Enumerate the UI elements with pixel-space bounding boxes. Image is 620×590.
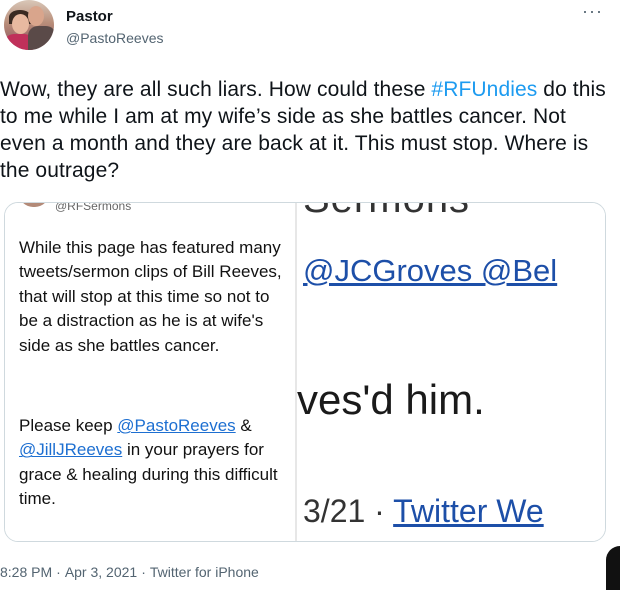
prayer-text-part: & <box>235 416 252 435</box>
tweet-metadata: 8:28 PM · Apr 3, 2021 · Twitter for iPhone <box>0 564 259 580</box>
more-options-icon[interactable]: ··· <box>582 2 603 20</box>
author-handle[interactable]: @PastoReeves <box>66 30 163 46</box>
screenshot-right-panel: Sermons @JCGroves @Bel ves'd him. 3/21 ·… <box>297 203 605 541</box>
screen-corner <box>606 546 620 590</box>
author-avatar[interactable] <box>4 0 54 50</box>
cropped-mentions: @JCGroves @Bel <box>303 253 558 288</box>
prayer-text-part: Please keep <box>19 416 118 435</box>
cropped-date: 3/21 · <box>303 493 394 529</box>
tweet-source[interactable]: Twitter for iPhone <box>150 564 259 580</box>
meta-separator: · <box>56 564 61 580</box>
cropped-heading: Sermons <box>303 203 470 222</box>
cropped-avatar <box>19 203 49 207</box>
cropped-source-link: Twitter We <box>393 493 544 529</box>
attached-image[interactable]: @RFSermons While this page has featured … <box>4 202 606 542</box>
prayer-request-text: Please keep @PastoReeves & @JillJReeves … <box>19 414 291 512</box>
author-display-name[interactable]: Pastor <box>66 8 113 25</box>
tweet-time[interactable]: 8:28 PM <box>0 564 52 580</box>
tweet-text: Wow, they are all such liars. How could … <box>0 76 615 184</box>
tweet-date[interactable]: Apr 3, 2021 <box>65 564 137 580</box>
mention-link: @JillJReeves <box>19 440 123 460</box>
cropped-footer: 3/21 · Twitter We <box>303 493 544 530</box>
mention-link: @PastoReeves <box>117 416 236 435</box>
tweet-text-part: Wow, they are all such liars. How could … <box>0 78 432 101</box>
cropped-handle: @RFSermons <box>55 202 132 213</box>
cropped-large-text: ves'd him. <box>297 376 485 423</box>
meta-separator: · <box>141 564 146 580</box>
avatar-face-right <box>28 6 44 26</box>
avatar-figure-right <box>28 26 54 50</box>
screenshot-left-panel: @RFSermons While this page has featured … <box>5 202 295 541</box>
tweet-detail: Pastor @PastoReeves ··· Wow, they are al… <box>0 0 620 590</box>
announcement-text: While this page has featured many tweets… <box>19 238 282 355</box>
avatar-face-left <box>12 14 29 34</box>
hashtag-link[interactable]: #RFUndies <box>431 78 537 101</box>
